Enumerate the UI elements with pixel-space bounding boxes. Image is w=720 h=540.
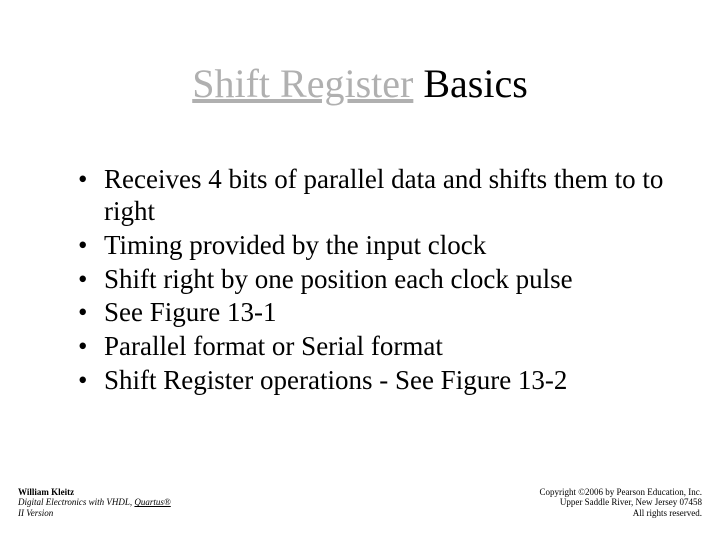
title-underlined: Shift Register	[192, 61, 413, 106]
copyright-line-2: Upper Saddle River, New Jersey 07458	[539, 497, 702, 507]
list-item: Parallel format or Serial format	[72, 331, 668, 363]
slide: Shift Register Basics Receives 4 bits of…	[0, 0, 720, 540]
copyright-line-3: All rights reserved.	[539, 508, 702, 518]
bullet-text: Receives 4 bits of parallel data and shi…	[104, 164, 663, 226]
bullet-text: Timing provided by the input clock	[104, 230, 486, 260]
footer-book: Digital Electronics with VHDL, Quartus®	[18, 497, 171, 507]
footer-book-underlined: Quartus®	[134, 497, 170, 507]
bullet-list: Receives 4 bits of parallel data and shi…	[72, 164, 668, 397]
list-item: Shift Register operations - See Figure 1…	[72, 365, 668, 397]
list-item: Timing provided by the input clock	[72, 230, 668, 262]
copyright-line-1: Copyright ©2006 by Pearson Education, In…	[539, 487, 702, 497]
footer-book-part1: Digital Electronics with VHDL,	[18, 497, 134, 507]
bullet-text: Shift right by one position each clock p…	[104, 264, 573, 294]
slide-body: Receives 4 bits of parallel data and shi…	[72, 164, 668, 399]
footer-right: Copyright ©2006 by Pearson Education, In…	[539, 487, 702, 518]
slide-title: Shift Register Basics	[0, 62, 720, 106]
bullet-text: See Figure 13-1	[104, 297, 276, 327]
footer-author: William Kleitz	[18, 487, 171, 497]
footer-left: William Kleitz Digital Electronics with …	[18, 487, 171, 518]
footer-version: II Version	[18, 508, 171, 518]
list-item: Receives 4 bits of parallel data and shi…	[72, 164, 668, 228]
list-item: See Figure 13-1	[72, 297, 668, 329]
title-rest: Basics	[413, 61, 527, 106]
bullet-text: Shift Register operations - See Figure 1…	[104, 365, 567, 395]
list-item: Shift right by one position each clock p…	[72, 264, 668, 296]
bullet-text: Parallel format or Serial format	[104, 331, 443, 361]
